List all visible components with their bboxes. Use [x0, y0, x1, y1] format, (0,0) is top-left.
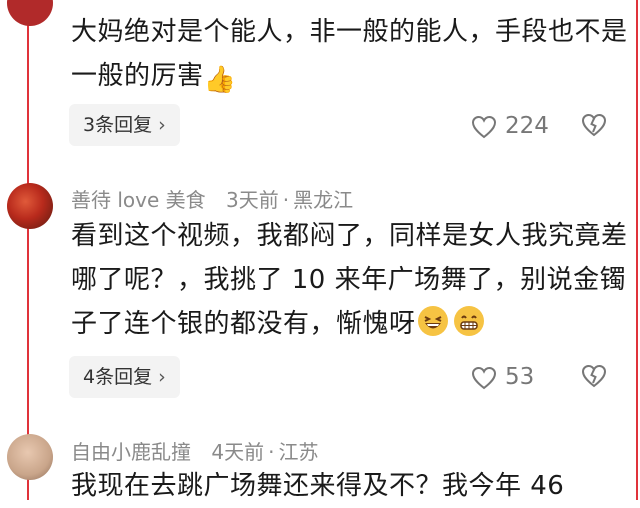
comment-text-content: 大妈绝对是个能人，非一般的能人，手段也不是一般的厉害 — [71, 17, 628, 91]
highlight-frame: 大妈绝对是个能人，非一般的能人，手段也不是一般的厉害👍 3条回复 › 224 善待… — [7, 0, 640, 501]
like-button[interactable]: 224 — [471, 106, 549, 146]
avatar[interactable] — [7, 0, 53, 26]
dislike-button[interactable] — [581, 106, 607, 146]
avatar[interactable] — [7, 434, 53, 480]
dislike-button[interactable] — [581, 357, 607, 397]
username[interactable]: 自由小鹿乱撞 — [71, 440, 191, 464]
reply-count-label: 4条回复 — [83, 366, 153, 388]
like-count: 53 — [505, 364, 535, 390]
reply-count-label: 3条回复 — [83, 114, 153, 136]
thumbs-up-icon: 👍 — [203, 65, 237, 95]
location: 黑龙江 — [293, 188, 354, 212]
like-count: 224 — [505, 113, 549, 139]
heart-outline-icon — [471, 366, 497, 390]
view-replies-button[interactable]: 3条回复 › — [69, 104, 180, 146]
meta-separator: · — [282, 188, 290, 212]
avatar[interactable] — [7, 183, 53, 229]
broken-heart-icon — [581, 113, 607, 137]
laugh-emoji-icon — [417, 306, 448, 336]
grin-emoji-icon — [453, 306, 484, 336]
comment-text: 看到这个视频，我都闷了，同样是女人我究竟差哪了呢？，我挑了 10 来年广场舞了，… — [71, 214, 640, 346]
broken-heart-icon — [581, 364, 607, 388]
comment-text-content: 看到这个视频，我都闷了，同样是女人我究竟差哪了呢？，我挑了 10 来年广场舞了，… — [71, 221, 628, 339]
comment-text: 我现在去跳广场舞还来得及不？我今年 46 — [71, 464, 640, 508]
comment-meta: 自由小鹿乱撞 4天前 · 江苏 — [71, 436, 318, 465]
meta-separator: · — [268, 440, 275, 464]
username[interactable]: 善待 love 美食 — [71, 188, 206, 212]
location: 江苏 — [278, 440, 319, 464]
chevron-right-icon: › — [158, 366, 166, 388]
like-button[interactable]: 53 — [471, 357, 534, 397]
comment-meta: 善待 love 美食 3天前 · 黑龙江 — [71, 184, 353, 213]
heart-outline-icon — [471, 115, 497, 139]
comment-text: 大妈绝对是个能人，非一般的能人，手段也不是一般的厉害👍 — [71, 10, 640, 98]
timestamp: 3天前 — [226, 188, 279, 212]
view-replies-button[interactable]: 4条回复 › — [69, 356, 180, 398]
chevron-right-icon: › — [158, 114, 166, 136]
timestamp: 4天前 — [211, 440, 265, 464]
comment-text-content: 我现在去跳广场舞还来得及不？我今年 46 — [71, 471, 565, 501]
